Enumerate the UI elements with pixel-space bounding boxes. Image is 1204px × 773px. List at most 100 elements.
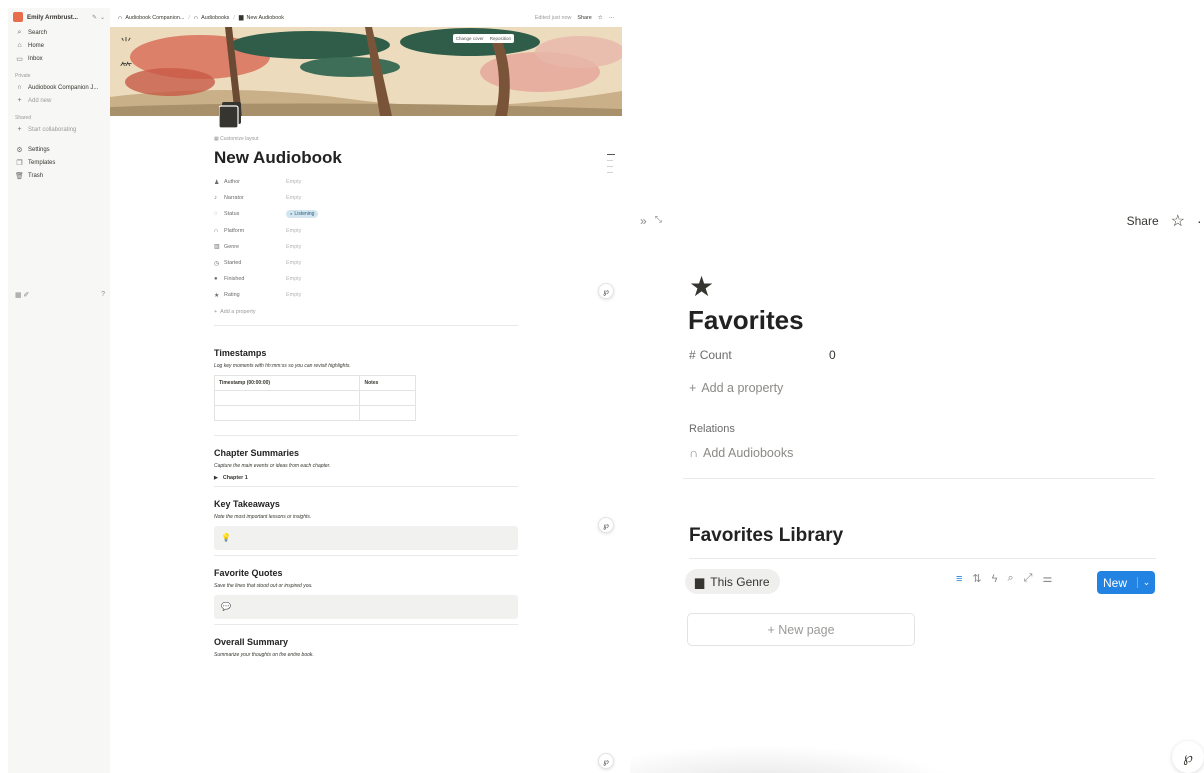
svg-text:⺌: ⺌ bbox=[120, 36, 132, 50]
database-title[interactable]: Favorites Library bbox=[689, 525, 843, 547]
property-value[interactable]: 0 bbox=[829, 348, 836, 362]
star-icon[interactable]: ☆ bbox=[1171, 211, 1185, 231]
star-icon[interactable]: ★ bbox=[689, 270, 714, 303]
sidebar-item-add-new[interactable]: + Add new bbox=[8, 94, 110, 107]
page-title[interactable]: New Audiobook bbox=[214, 148, 518, 168]
help-icon[interactable]: ? bbox=[101, 291, 105, 299]
property-author[interactable]: ♟ Author Empty bbox=[214, 174, 518, 190]
breadcrumb-item[interactable]: Audiobook Companion... bbox=[125, 15, 184, 21]
description-summary[interactable]: Summarize your thoughts on the entire bo… bbox=[214, 652, 518, 658]
sidebar-item-home[interactable]: ⌂ Home bbox=[8, 39, 110, 52]
toggle-chapter-1[interactable]: ▶ Chapter 1 bbox=[214, 475, 518, 481]
add-property-button[interactable]: + Add a property bbox=[214, 304, 518, 320]
sidebar-item-search[interactable]: ⌕ Search bbox=[8, 26, 110, 39]
sidebar-item-audiobook-companion[interactable]: ∩ Audiobook Companion J... bbox=[8, 81, 110, 94]
description-chapters[interactable]: Capture the main events or ideas from ea… bbox=[214, 463, 518, 469]
ai-assistant-icon[interactable]: ℘ bbox=[598, 753, 614, 769]
more-icon[interactable]: ··· bbox=[609, 15, 614, 21]
add-relation-button[interactable]: ∩ Add Audiobooks bbox=[689, 446, 793, 460]
share-button[interactable]: Share bbox=[1127, 214, 1159, 228]
page-content: ▦ Customize layout New Audiobook ♟ Author… bbox=[213, 136, 518, 664]
expand-icon[interactable]: ⤡ bbox=[655, 214, 662, 228]
expand-icon[interactable]: ⤢ bbox=[1024, 572, 1033, 585]
property-finished[interactable]: ● Finished Empty bbox=[214, 271, 518, 287]
breadcrumb-item[interactable]: New Audiobook bbox=[246, 15, 283, 21]
table-header[interactable]: Timestamp (00:00:00) bbox=[213, 374, 361, 391]
filter-icon[interactable]: ≡ bbox=[956, 573, 962, 585]
triangle-right-icon[interactable]: ▶ bbox=[214, 475, 218, 481]
property-value[interactable]: Empty bbox=[286, 292, 301, 298]
topbar: ∩ Audiobook Companion... / ∩ Audiobooks … bbox=[110, 8, 622, 27]
automation-icon[interactable]: ϟ bbox=[992, 573, 998, 585]
star-icon[interactable]: ☆ bbox=[598, 15, 603, 21]
ai-assistant-icon[interactable]: ℘ bbox=[1172, 741, 1204, 773]
reposition-button[interactable]: Reposition bbox=[487, 34, 514, 43]
property-count[interactable]: # Count 0 bbox=[689, 348, 836, 362]
callout-quotes[interactable]: 💬 bbox=[214, 594, 518, 619]
ai-assistant-icon[interactable]: ℘ bbox=[598, 517, 614, 533]
sidebar-item-settings[interactable]: ⚙ Settings bbox=[8, 143, 110, 156]
description-quotes[interactable]: Save the lines that stood out or inspire… bbox=[214, 583, 518, 589]
property-value[interactable]: Empty bbox=[286, 179, 301, 185]
property-rating[interactable]: ★ Rating Empty bbox=[214, 287, 518, 303]
sidebar-item-label: Templates bbox=[28, 159, 56, 166]
heading-key-takeaways[interactable]: Key Takeaways bbox=[214, 499, 518, 509]
property-started[interactable]: ◷ Started Empty bbox=[214, 255, 518, 271]
description-timestamps[interactable]: Log key moments with hh:mm:ss so you can… bbox=[214, 363, 518, 369]
heading-timestamps[interactable]: Timestamps bbox=[214, 348, 518, 358]
page-title[interactable]: Favorites bbox=[688, 305, 804, 336]
collapse-panel-icon[interactable]: » bbox=[640, 214, 647, 228]
view-tab[interactable]: ▆ This Genre bbox=[685, 569, 780, 594]
table-header[interactable]: Notes bbox=[359, 374, 416, 391]
status-badge[interactable]: Listening bbox=[286, 210, 319, 219]
sidebar: Emily Armbrust... ✎ ⌄ ⌕ Search ⌂ Home ▭ … bbox=[8, 8, 110, 773]
description-takeaways[interactable]: Note the most important lessons or insig… bbox=[214, 514, 518, 520]
cover-image: ⺌ ⺮ Change cover Reposition bbox=[110, 27, 622, 116]
ai-assistant-icon[interactable]: ℘ bbox=[598, 283, 614, 299]
settings-icon[interactable]: ⚌ bbox=[1042, 572, 1052, 585]
new-button[interactable]: New ⌄ bbox=[1097, 571, 1155, 594]
customize-layout-button[interactable]: ▦ Customize layout bbox=[214, 136, 518, 142]
share-button[interactable]: Share bbox=[577, 15, 591, 21]
sidebar-item-inbox[interactable]: ▭ Inbox bbox=[8, 52, 110, 65]
new-page-icon[interactable]: ✎ bbox=[92, 14, 97, 21]
property-platform[interactable]: ∩ Platform Empty bbox=[214, 223, 518, 239]
property-value[interactable]: Empty bbox=[286, 260, 301, 266]
timestamps-table[interactable]: Timestamp (00:00:00) Notes bbox=[213, 374, 416, 421]
divider bbox=[683, 478, 1155, 479]
breadcrumb-item[interactable]: Audiobooks bbox=[201, 15, 229, 21]
sidebar-item-start-collaborating[interactable]: + Start collaborating bbox=[8, 123, 110, 136]
heading-favorite-quotes[interactable]: Favorite Quotes bbox=[214, 568, 518, 578]
sidebar-item-label: Settings bbox=[28, 146, 50, 153]
heading-chapter-summaries[interactable]: Chapter Summaries bbox=[214, 448, 518, 458]
sidebar-item-trash[interactable]: 🗑 Trash bbox=[8, 169, 110, 182]
new-button-label[interactable]: New bbox=[1097, 576, 1137, 590]
change-cover-button[interactable]: Change cover bbox=[453, 34, 487, 43]
workspace-switcher[interactable]: Emily Armbrust... ✎ ⌄ bbox=[8, 8, 110, 26]
calendar-icon[interactable]: ▦ bbox=[15, 291, 22, 299]
property-value[interactable]: Empty bbox=[286, 228, 301, 234]
sidebar-item-templates[interactable]: ❐ Templates bbox=[8, 156, 110, 169]
panel-divider[interactable] bbox=[622, 0, 630, 773]
page-outline[interactable] bbox=[607, 154, 615, 178]
book-icon[interactable] bbox=[219, 102, 243, 128]
property-value[interactable]: Empty bbox=[286, 244, 301, 250]
property-value[interactable]: Empty bbox=[286, 276, 301, 282]
add-property-button[interactable]: + Add a property bbox=[689, 381, 783, 395]
send-icon[interactable]: ✐ bbox=[23, 291, 29, 299]
sidebar-item-label: Trash bbox=[28, 172, 44, 179]
property-value[interactable]: Empty bbox=[286, 195, 301, 201]
plus-icon: + bbox=[17, 126, 22, 133]
chevron-down-icon[interactable]: ⌄ bbox=[100, 14, 105, 21]
sort-icon[interactable]: ⇅ bbox=[972, 572, 981, 585]
more-icon[interactable]: ··· bbox=[1197, 213, 1204, 229]
database-toolbar: ≡ ⇅ ϟ ⌕ ⤢ ⚌ bbox=[956, 572, 1052, 585]
new-page-button[interactable]: + New page bbox=[687, 613, 915, 646]
chevron-down-icon[interactable]: ⌄ bbox=[1137, 577, 1155, 588]
heading-overall-summary[interactable]: Overall Summary bbox=[214, 637, 518, 647]
property-narrator[interactable]: ♪ Narrator Empty bbox=[214, 190, 518, 206]
property-status[interactable]: ◌Status Listening bbox=[214, 206, 518, 222]
search-icon[interactable]: ⌕ bbox=[1007, 572, 1013, 585]
property-genre[interactable]: ▥ Genre Empty bbox=[214, 239, 518, 255]
callout-takeaways[interactable]: 💡 bbox=[214, 525, 518, 550]
